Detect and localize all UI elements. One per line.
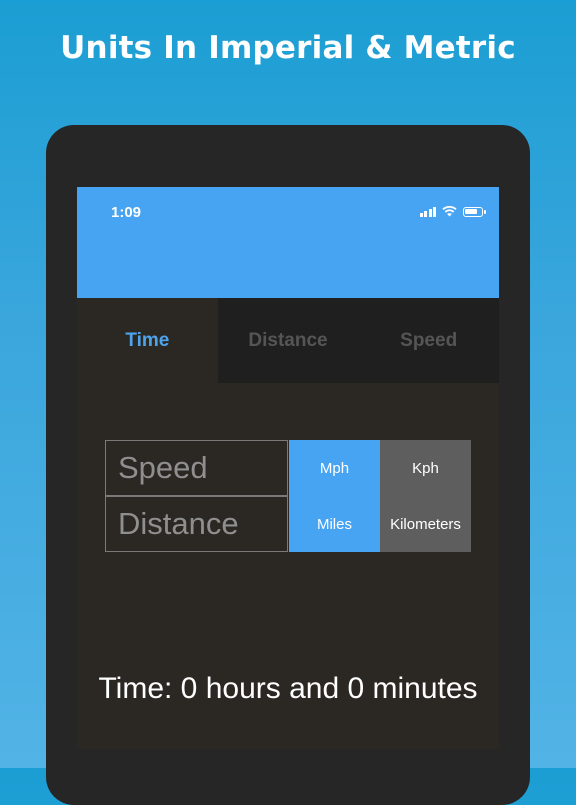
- speed-row-label: Speed: [105, 440, 288, 496]
- navigation-bar: 1:09: [77, 187, 499, 298]
- mph-option[interactable]: Mph: [289, 440, 380, 496]
- battery-icon: [463, 206, 486, 217]
- miles-option[interactable]: Miles: [289, 496, 380, 552]
- status-icons: [419, 206, 486, 217]
- tab-time[interactable]: Time: [77, 298, 218, 383]
- tab-speed[interactable]: Speed: [358, 298, 499, 383]
- tab-bar: Time Distance Speed: [77, 298, 499, 383]
- distance-row-label: Distance: [105, 496, 288, 552]
- wifi-icon: [442, 206, 457, 217]
- tab-distance[interactable]: Distance: [218, 298, 359, 383]
- kph-option[interactable]: Kph: [380, 440, 471, 496]
- cellular-signal-icon: [419, 206, 436, 217]
- time-result: Time: 0 hours and 0 minutes: [98, 672, 478, 705]
- promo-headline: Units In Imperial & Metric: [60, 30, 516, 66]
- status-time: 1:09: [111, 204, 142, 221]
- kilometers-option[interactable]: Kilometers: [380, 496, 471, 552]
- unit-selector-table: Speed Distance Mph Kph Miles Kilometers: [105, 440, 471, 553]
- app-screen: 1:09 Time Distance Speed Speed Distance …: [77, 187, 499, 749]
